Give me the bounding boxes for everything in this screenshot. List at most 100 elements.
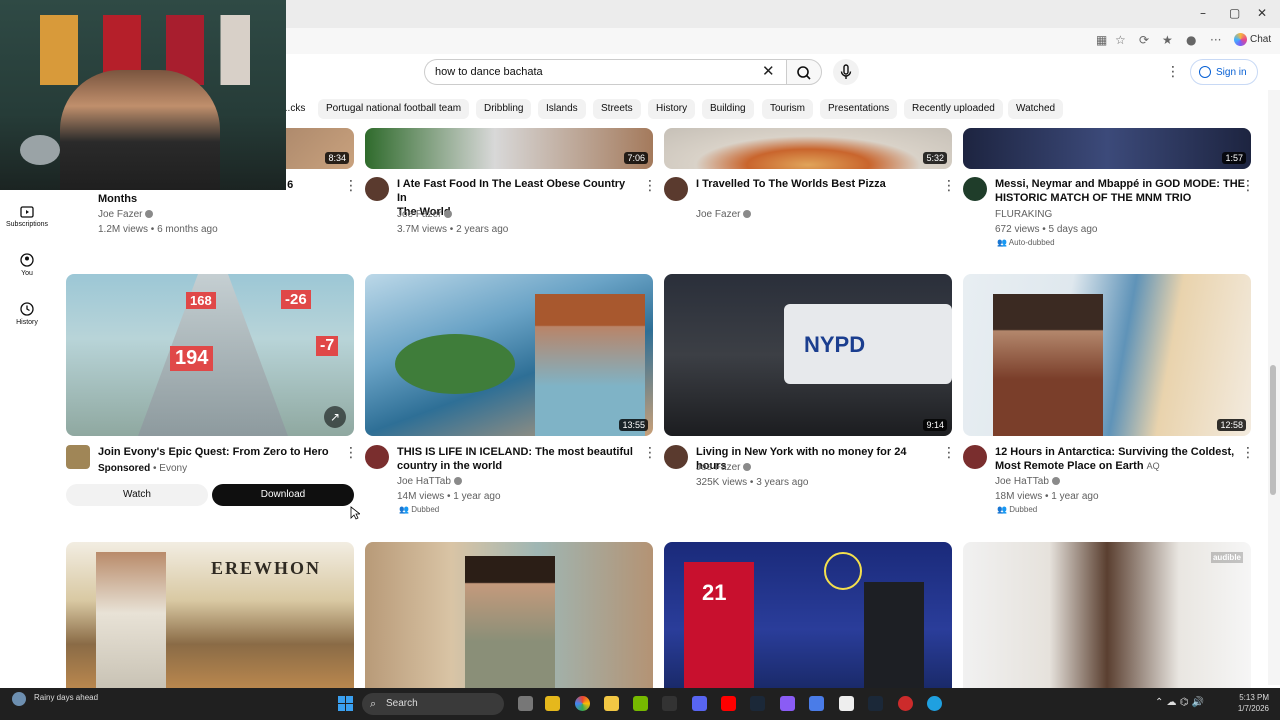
- chip-building[interactable]: Building: [702, 99, 754, 119]
- search-button[interactable]: [786, 59, 822, 85]
- app-icon[interactable]: [839, 696, 854, 711]
- video-thumbnail[interactable]: 13:55: [365, 274, 653, 436]
- video-thumbnail[interactable]: audible: [963, 542, 1251, 688]
- mouse-cursor-icon: [350, 506, 360, 520]
- favorites-bar-icon[interactable]: ★: [1162, 33, 1173, 47]
- person-shape: [96, 552, 166, 688]
- close-window-icon[interactable]: ✕: [1257, 6, 1267, 20]
- video-menu-icon[interactable]: ⋮: [643, 179, 657, 193]
- channel-name[interactable]: Joe HaTTab: [995, 474, 1060, 489]
- app-icon[interactable]: [809, 696, 824, 711]
- extensions-icon[interactable]: ⟳: [1139, 33, 1149, 47]
- video-title[interactable]: Months: [98, 192, 137, 206]
- chip-tourism[interactable]: Tourism: [762, 99, 814, 119]
- chip-portugal[interactable]: Portugal national football team: [318, 99, 470, 119]
- channel-avatar[interactable]: [963, 177, 987, 201]
- chip-islands[interactable]: Islands: [538, 99, 586, 119]
- video-title[interactable]: 12 Hours in Antarctica: Surviving the Co…: [995, 445, 1235, 473]
- app-icon[interactable]: [898, 696, 913, 711]
- search-input[interactable]: how to dance bachata: [424, 59, 786, 85]
- video-menu-icon[interactable]: ⋮: [1241, 446, 1255, 460]
- clock[interactable]: 5:13 PM 1/7/2026: [1225, 692, 1269, 714]
- profile-icon[interactable]: ●: [1186, 33, 1196, 47]
- ad-menu-icon[interactable]: ⋮: [344, 446, 358, 460]
- video-menu-icon[interactable]: ⋮: [344, 179, 358, 193]
- edge-icon[interactable]: [927, 696, 942, 711]
- channel-name[interactable]: Joe Fazer: [397, 207, 453, 222]
- channel-name[interactable]: FLURAKING: [995, 207, 1052, 222]
- discord-icon[interactable]: [692, 696, 707, 711]
- video-thumbnail[interactable]: 7:06: [365, 128, 653, 169]
- copilot-chat-button[interactable]: Chat: [1234, 33, 1271, 46]
- rockstar-icon[interactable]: [545, 696, 560, 711]
- video-thumbnail[interactable]: 5:32: [664, 128, 952, 169]
- badge-label: Dubbed: [411, 505, 440, 514]
- ad-title[interactable]: Join Evony's Epic Quest: From Zero to He…: [98, 445, 338, 459]
- sidebar-item-subscriptions[interactable]: Subscriptions: [0, 204, 54, 228]
- external-link-icon[interactable]: ↗: [324, 406, 346, 428]
- task-view-icon[interactable]: [518, 696, 533, 711]
- weather-widget[interactable]: Rainy days ahead: [34, 693, 98, 702]
- duration-label: 5:32: [923, 152, 947, 164]
- download-button[interactable]: Download: [212, 484, 354, 506]
- chip-streets[interactable]: Streets: [593, 99, 641, 119]
- watch-button[interactable]: Watch: [66, 484, 208, 506]
- clear-search-icon[interactable]: ✕: [762, 62, 775, 80]
- sign-in-button[interactable]: Sign in: [1190, 59, 1258, 85]
- video-thumbnail[interactable]: NYPD 9:14: [664, 274, 952, 436]
- video-menu-icon[interactable]: ⋮: [942, 446, 956, 460]
- advertiser-name[interactable]: Evony: [159, 463, 187, 474]
- favorite-icon[interactable]: ☆: [1115, 33, 1126, 47]
- start-button[interactable]: [338, 696, 353, 711]
- apps-icon[interactable]: ▦: [1096, 33, 1107, 47]
- channel-avatar[interactable]: [365, 445, 389, 469]
- channel-name-text: Joe HaTTab: [995, 476, 1049, 487]
- steam-icon[interactable]: [868, 696, 883, 711]
- video-menu-icon[interactable]: ⋮: [643, 446, 657, 460]
- advertiser-logo[interactable]: [66, 445, 90, 469]
- channel-avatar[interactable]: [664, 177, 688, 201]
- sidebar-item-history[interactable]: History: [0, 302, 54, 326]
- video-menu-icon[interactable]: ⋮: [1241, 179, 1255, 193]
- video-title[interactable]: THIS IS LIFE IN ICELAND: The most beauti…: [397, 445, 637, 473]
- video-thumbnail[interactable]: 12:58: [963, 274, 1251, 436]
- minimize-icon[interactable]: –: [1200, 6, 1206, 20]
- epic-games-icon[interactable]: [662, 696, 677, 711]
- youtube-app-icon[interactable]: [721, 696, 736, 711]
- channel-avatar[interactable]: [963, 445, 987, 469]
- maximize-icon[interactable]: ▢: [1229, 6, 1240, 20]
- channel-avatar[interactable]: [664, 445, 688, 469]
- channel-name[interactable]: Joe HaTTab: [397, 474, 462, 489]
- steam-icon[interactable]: [750, 696, 765, 711]
- chip-watched[interactable]: Watched: [1008, 99, 1064, 119]
- video-thumbnail[interactable]: [365, 542, 653, 688]
- more-options-icon[interactable]: ···: [1210, 33, 1221, 47]
- video-thumbnail[interactable]: EREWHON: [66, 542, 354, 688]
- voice-search-button[interactable]: [833, 59, 859, 85]
- tray-icons[interactable]: ⌃ ☁ ⌬ 🔊: [1155, 697, 1204, 708]
- nvidia-icon[interactable]: [633, 696, 648, 711]
- channel-name[interactable]: Joe Fazer: [696, 460, 752, 475]
- ad-thumbnail[interactable]: 168 -26 194 -7 ↗: [66, 274, 354, 436]
- taskbar-search[interactable]: Search: [362, 693, 504, 715]
- video-title[interactable]: Messi, Neymar and Mbappé in GOD MODE: TH…: [995, 177, 1245, 205]
- video-menu-icon[interactable]: ⋮: [942, 179, 956, 193]
- video-title[interactable]: I Travelled To The Worlds Best Pizza: [696, 177, 936, 191]
- settings-menu-icon[interactable]: ⋮: [1166, 65, 1180, 79]
- island-shape: [395, 334, 515, 394]
- sidebar-item-you[interactable]: You: [0, 253, 54, 277]
- chip-history[interactable]: History: [648, 99, 696, 119]
- chip-presentations[interactable]: Presentations: [820, 99, 898, 119]
- weather-icon[interactable]: [12, 692, 26, 706]
- chip-recently-uploaded[interactable]: Recently uploaded: [904, 99, 1003, 119]
- channel-name[interactable]: Joe Fazer: [696, 207, 752, 222]
- file-explorer-icon[interactable]: [604, 696, 619, 711]
- chip-dribbling[interactable]: Dribbling: [476, 99, 532, 119]
- app-icon[interactable]: [780, 696, 795, 711]
- channel-name[interactable]: Joe Fazer: [98, 207, 154, 222]
- channel-avatar[interactable]: [365, 177, 389, 201]
- scrollbar-thumb[interactable]: [1270, 365, 1276, 495]
- video-thumbnail[interactable]: 1:57: [963, 128, 1251, 169]
- video-thumbnail[interactable]: 21: [664, 542, 952, 688]
- chrome-icon[interactable]: [575, 696, 590, 711]
